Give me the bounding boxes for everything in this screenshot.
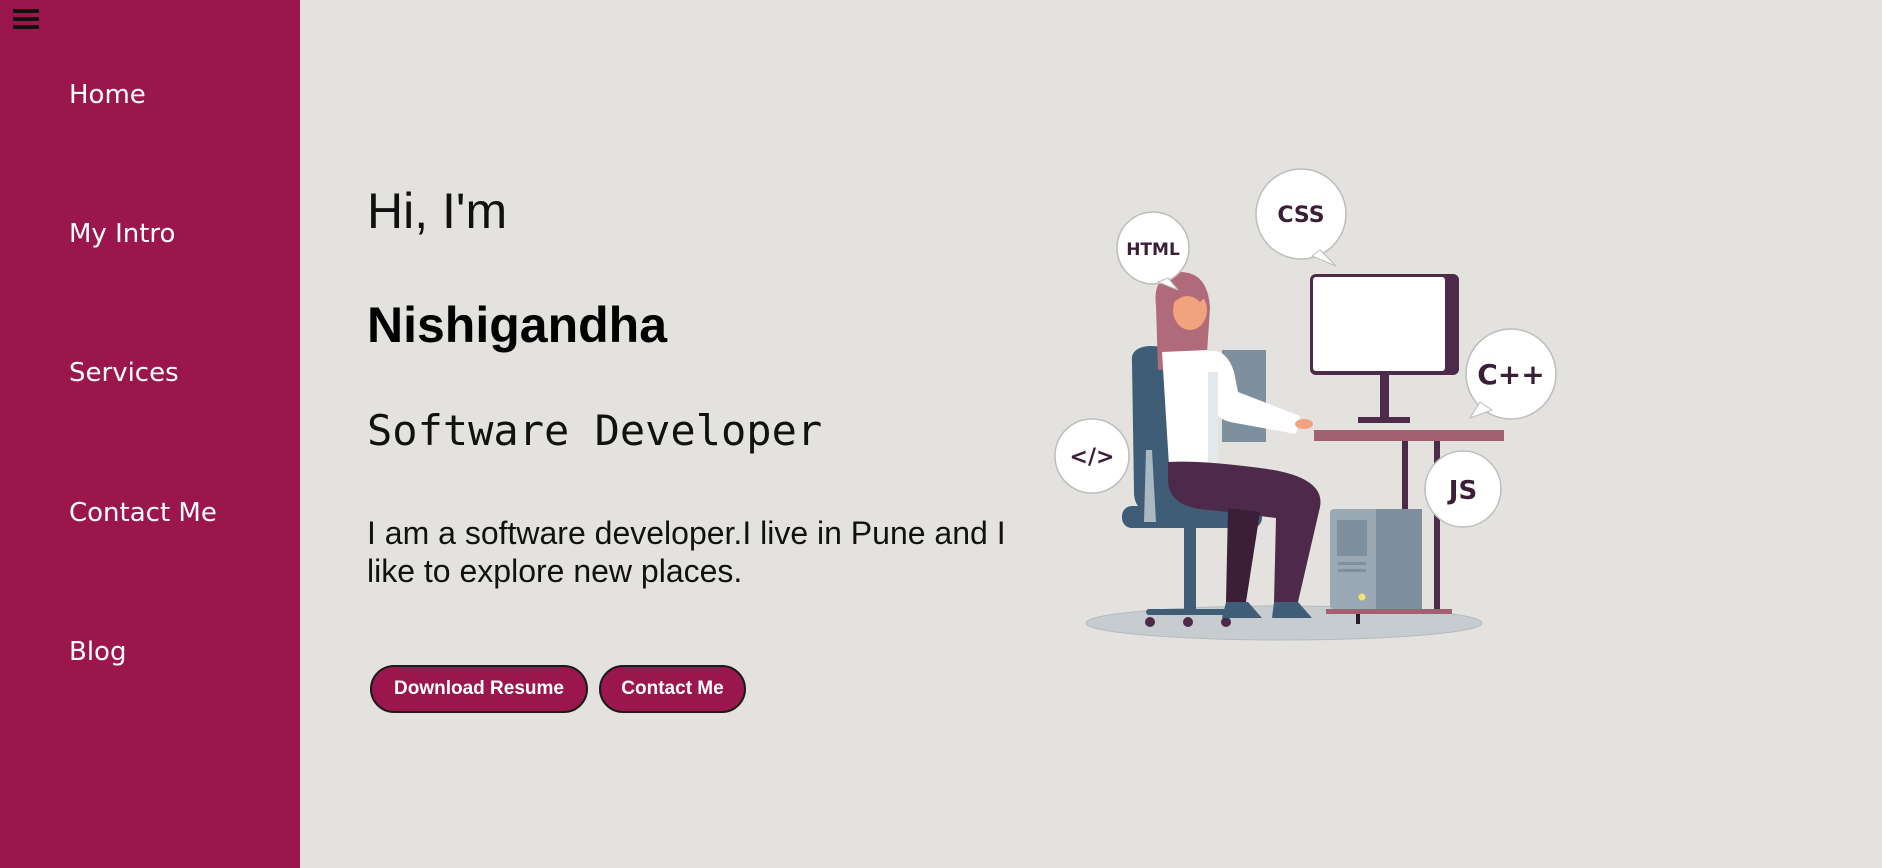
html-label: HTML	[1126, 240, 1180, 260]
computer-tower	[1330, 509, 1422, 609]
cpp-label: C++	[1477, 358, 1544, 391]
code-label: </>	[1070, 445, 1115, 470]
person	[1155, 272, 1321, 618]
bio-text: I am a software developer.I live in Pune…	[367, 515, 1006, 589]
sidebar: Home My Intro Services Contact Me Blog	[0, 0, 300, 868]
monitor	[1310, 274, 1459, 423]
download-resume-button[interactable]: Download Resume	[370, 665, 588, 713]
sidebar-item-my-intro[interactable]: My Intro	[69, 219, 175, 249]
js-label: JS	[1447, 476, 1477, 506]
developer-illustration: HTML CSS C++ </> JS	[1054, 168, 1557, 641]
css-label: CSS	[1277, 203, 1324, 228]
role-title: Software Developer	[367, 406, 823, 455]
contact-me-button[interactable]: Contact Me	[599, 665, 746, 713]
developer-name: Nishigandha	[367, 297, 668, 353]
sidebar-item-contact-me[interactable]: Contact Me	[69, 498, 217, 528]
code-bubble: </>	[1054, 418, 1130, 494]
js-bubble: JS	[1424, 450, 1502, 528]
css-bubble: CSS	[1255, 168, 1347, 267]
hamburger-menu-icon[interactable]	[12, 6, 40, 32]
sidebar-item-blog[interactable]: Blog	[69, 637, 126, 667]
cpp-bubble: C++	[1465, 328, 1557, 420]
greeting-text: Hi, I'm	[367, 183, 508, 239]
sidebar-item-services[interactable]: Services	[69, 358, 179, 388]
sidebar-item-home[interactable]: Home	[69, 80, 146, 110]
